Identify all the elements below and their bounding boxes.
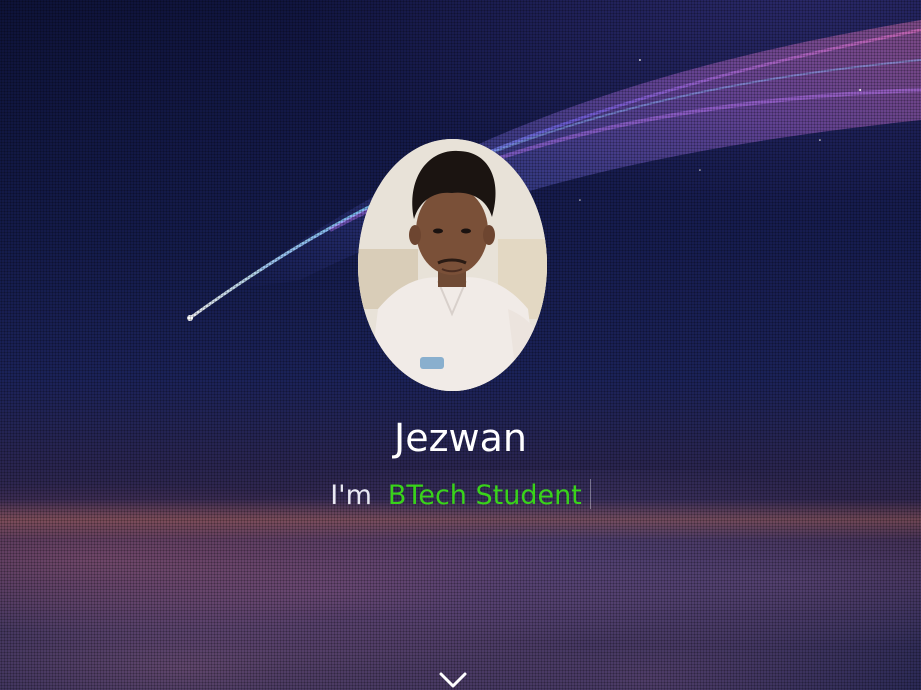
- scroll-down-button[interactable]: [436, 668, 470, 690]
- chevron-down-icon: [439, 672, 467, 688]
- profile-name: Jezwan: [394, 416, 527, 460]
- typing-cursor: [589, 479, 591, 509]
- profile-avatar: [358, 139, 547, 391]
- tagline-prefix: I'm: [330, 480, 372, 511]
- typed-tagline: I'm BTech Student: [0, 476, 921, 516]
- tagline-role: BTech Student: [387, 480, 582, 511]
- hero-section: Jezwan I'm BTech Student: [0, 0, 921, 690]
